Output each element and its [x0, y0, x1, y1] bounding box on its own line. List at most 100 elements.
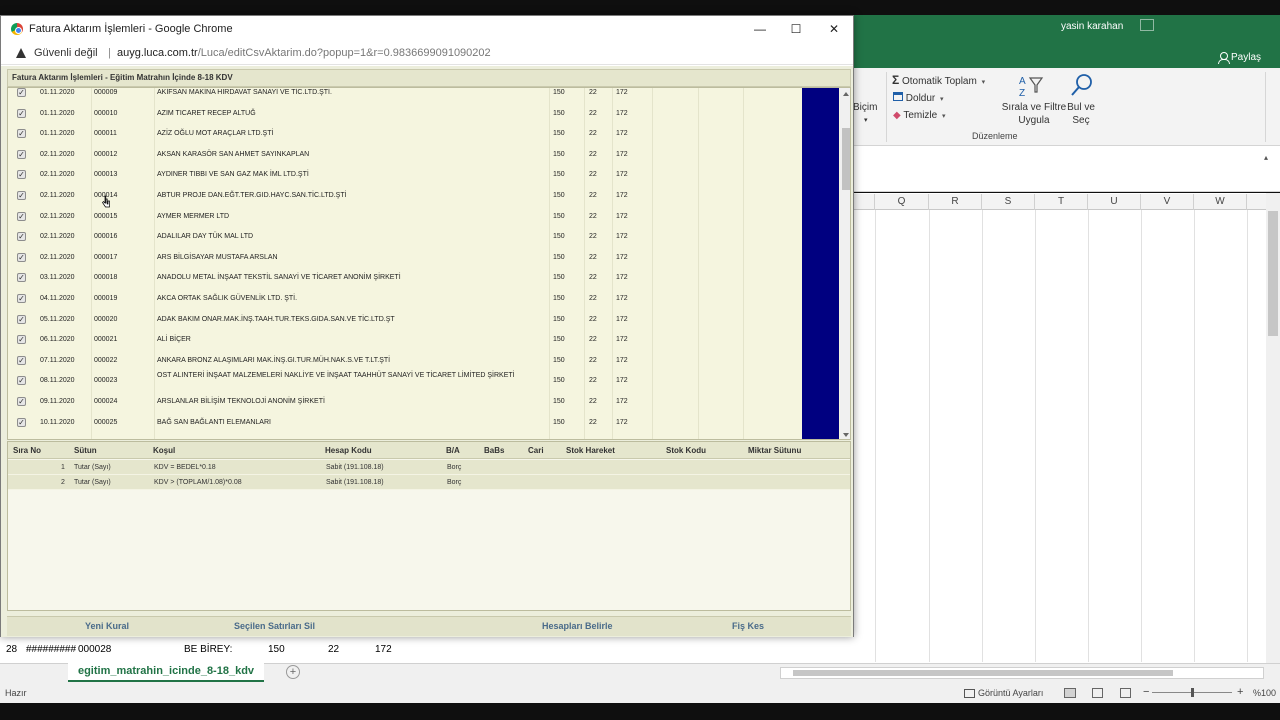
- row-checkbox[interactable]: ✓: [17, 252, 26, 262]
- table-row[interactable]: ✓ 01.11.2020 000011 AZİZ OĞLU MOT ARAÇLAR L…: [8, 124, 802, 145]
- format-button[interactable]: Biçim: [853, 102, 877, 113]
- spreadsheet-grid[interactable]: [854, 193, 1266, 663]
- scroll-thumb[interactable]: [793, 670, 1173, 676]
- table-row[interactable]: ✓ 02.11.2020 000014 ABTUR PROJE DAN.EĞT.TER…: [8, 186, 802, 207]
- row-checkbox[interactable]: ✓: [17, 170, 26, 180]
- determine-accounts-button[interactable]: Hesapları Belirle: [542, 621, 613, 631]
- table-row[interactable]: ✓ 08.11.2020 000023 OST ALINTERİ İNŞAAT MAL…: [8, 371, 802, 392]
- find-select-button[interactable]: Bul ve Seç: [1066, 101, 1096, 127]
- scroll-down-icon[interactable]: [843, 433, 849, 437]
- horizontal-scrollbar[interactable]: [780, 667, 1264, 679]
- row-checkbox[interactable]: ✓: [17, 108, 26, 118]
- row-number[interactable]: 28: [6, 644, 17, 655]
- excel-restore-icon[interactable]: [1216, 19, 1230, 31]
- sheet-tab[interactable]: egitim_matrahin_icinde_8-18_kdv: [68, 662, 264, 682]
- scroll-thumb[interactable]: [842, 128, 850, 190]
- scroll-up-icon[interactable]: [843, 92, 849, 96]
- share-button[interactable]: Paylaş: [1218, 49, 1261, 65]
- table-row[interactable]: ✓ 02.11.2020 000013 AYDINER TIBBI VE SAN GA…: [8, 165, 802, 186]
- close-button[interactable]: ✕: [819, 20, 849, 38]
- table-row[interactable]: 28 ######### 000028 BE BİREY: 150 22 172: [0, 642, 420, 658]
- row-checkbox[interactable]: ✓: [17, 397, 26, 406]
- cell-name[interactable]: BE BİREY:: [184, 644, 232, 655]
- fill-button[interactable]: Doldur ▾: [893, 92, 944, 104]
- excel-ribbon-display-icon[interactable]: [1140, 19, 1154, 31]
- column-header[interactable]: U: [1088, 194, 1141, 210]
- table-row[interactable]: ✓ 02.11.2020 000016 ADALILAR DAY TÜK MAL LT…: [8, 227, 802, 248]
- table-row[interactable]: ✓ 01.11.2020 000009 AKİFSAN MAKİNA HIRDAVAT…: [8, 88, 802, 104]
- display-settings-button[interactable]: Görüntü Ayarları: [978, 688, 1043, 698]
- add-sheet-button[interactable]: +: [286, 665, 300, 679]
- url-text[interactable]: auyg.luca.com.tr/Luca/editCsvAktarim.do?…: [117, 47, 491, 59]
- rule-row[interactable]: 1 Tutar (Sayı) KDV = BEDEL*0.18 Sabit (1…: [8, 460, 850, 475]
- not-secure-label[interactable]: Güvenli değil: [34, 47, 98, 59]
- invoice-customer: BAĞ SAN BAĞLANTI ELEMANLARI: [157, 418, 271, 426]
- row-checkbox[interactable]: ✓: [17, 149, 26, 159]
- column-header[interactable]: R: [929, 194, 982, 210]
- scroll-thumb[interactable]: [1268, 211, 1278, 336]
- cell-account[interactable]: 150: [268, 644, 285, 655]
- autosum-button[interactable]: Σ Otomatik Toplam ▾: [892, 73, 985, 87]
- table-row[interactable]: ✓ 10.11.2020 000025 BAĞ SAN BAĞLANTI ELEMAN…: [8, 413, 802, 434]
- row-checkbox[interactable]: ✓: [17, 88, 26, 97]
- table-row[interactable]: ✓ 01.11.2020 000010 AZIM TICARET RECEP ALTU…: [8, 104, 802, 125]
- row-checkbox[interactable]: ✓: [17, 129, 26, 139]
- row-checkbox[interactable]: ✓: [17, 273, 26, 283]
- column-header[interactable]: S: [982, 194, 1035, 210]
- table-row[interactable]: ✓ 02.11.2020 000017 ARS BİLGİSAYAR MUSTAFA …: [8, 248, 802, 269]
- row-checkbox[interactable]: ✓: [17, 376, 26, 386]
- row-checkbox[interactable]: ✓: [17, 417, 26, 427]
- clear-button[interactable]: ◆ Temizle ▾: [893, 110, 946, 121]
- cell-vat-account[interactable]: 172: [375, 644, 392, 655]
- row-checkbox[interactable]: ✓: [17, 314, 26, 324]
- window-title-bar: Fatura Aktarım İşlemleri - Google Chrome…: [1, 16, 853, 43]
- invoice-account: 150: [553, 356, 565, 364]
- sort-filter-button[interactable]: Sırala ve Filtre Uygula: [1000, 101, 1068, 127]
- zoom-out-button[interactable]: −: [1143, 686, 1149, 698]
- column-header[interactable]: Q: [875, 194, 929, 210]
- sigma-icon: Σ: [892, 73, 900, 87]
- table-row[interactable]: ✓ 05.11.2020 000020 ADAK BAKIM ONAR.MAK.İNŞ…: [8, 310, 802, 331]
- row-checkbox[interactable]: ✓: [17, 191, 26, 200]
- row-checkbox[interactable]: ✓: [17, 335, 26, 345]
- zoom-in-button[interactable]: +: [1237, 686, 1243, 698]
- column-header-prev[interactable]: [854, 194, 875, 210]
- normal-view-icon[interactable]: [1064, 688, 1076, 698]
- invoice-vat-account: 172: [616, 398, 628, 405]
- excel-user-name[interactable]: yasin karahan: [1061, 21, 1123, 32]
- column-header[interactable]: W: [1194, 194, 1247, 210]
- zoom-slider-thumb[interactable]: [1191, 688, 1194, 697]
- row-checkbox[interactable]: ✓: [17, 232, 26, 242]
- collapse-formula-icon[interactable]: ▴: [1264, 153, 1268, 162]
- cell-vat-rate[interactable]: 22: [328, 644, 339, 655]
- cell-date[interactable]: #########: [26, 644, 76, 655]
- rule-row[interactable]: 2 Tutar (Sayı) KDV > (TOPLAM/1.08)*0.08 …: [8, 475, 850, 490]
- row-checkbox[interactable]: ✓: [17, 355, 26, 365]
- invoice-customer: ARS BİLGİSAYAR MUSTAFA ARSLAN: [157, 253, 278, 261]
- table-row[interactable]: ✓ 02.11.2020 000015 AYMER MERMER LTD 150 22 17…: [8, 207, 802, 228]
- new-rule-button[interactable]: Yeni Kural: [85, 621, 129, 631]
- maximize-button[interactable]: ☐: [781, 20, 811, 38]
- page-layout-icon[interactable]: [1092, 688, 1103, 698]
- row-checkbox[interactable]: ✓: [17, 294, 26, 303]
- header-ba: B/A: [446, 446, 460, 455]
- cell-doc-no[interactable]: 000028: [78, 644, 111, 655]
- minimize-button[interactable]: —: [745, 20, 775, 38]
- column-header[interactable]: T: [1035, 194, 1088, 210]
- table-row[interactable]: ✓ 04.11.2020 000019 AKCA ORTAK SAĞLIK GÜVEN…: [8, 289, 802, 310]
- address-bar[interactable]: Güvenli değil | auyg.luca.com.tr/Luca/ed…: [1, 43, 853, 65]
- table-row[interactable]: ✓ 07.11.2020 000022 ANKARA BRONZ ALAŞIMLARI…: [8, 351, 802, 372]
- invoice-scrollbar[interactable]: [840, 88, 850, 439]
- column-header[interactable]: V: [1141, 194, 1194, 210]
- table-row[interactable]: ✓ 02.11.2020 000012 AKSAN KARASÖR SAN AHMET…: [8, 145, 802, 166]
- warning-icon[interactable]: [16, 48, 26, 58]
- table-row[interactable]: ✓ 09.11.2020 000024 ARSLANLAR BİLİŞİM TEKNO…: [8, 392, 802, 413]
- create-voucher-button[interactable]: Fiş Kes: [732, 621, 764, 631]
- vertical-scrollbar[interactable]: [1266, 193, 1280, 663]
- delete-selected-rows-button[interactable]: Seçilen Satırları Sil: [234, 621, 315, 631]
- row-checkbox[interactable]: ✓: [17, 211, 26, 221]
- page-break-icon[interactable]: [1120, 688, 1131, 698]
- table-row[interactable]: ✓ 03.11.2020 000018 ANADOLU METAL İNŞAAT TE…: [8, 268, 802, 289]
- table-row[interactable]: ✓ 06.11.2020 000021 ALİ BİÇER 150 22 172: [8, 330, 802, 351]
- zoom-level[interactable]: %100: [1253, 688, 1276, 698]
